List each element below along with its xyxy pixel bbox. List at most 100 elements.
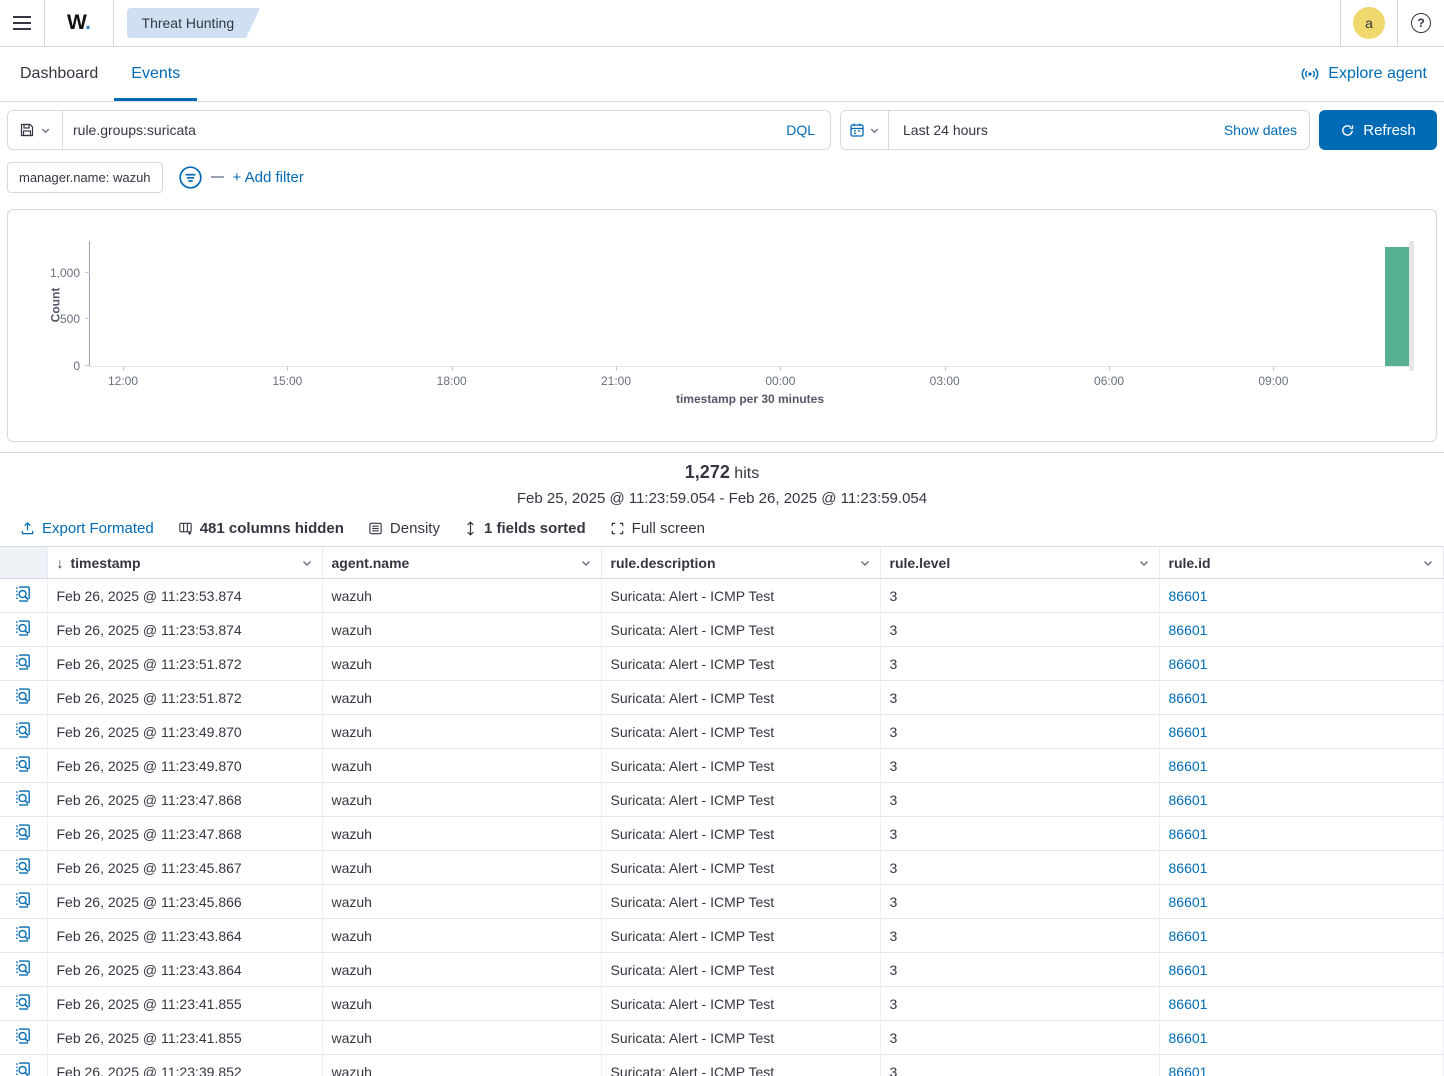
wazuh-logo[interactable]: W.	[67, 11, 91, 35]
inspect-document-icon[interactable]	[14, 823, 32, 841]
chevron-down-icon	[1422, 557, 1434, 569]
inspect-cell	[0, 1055, 47, 1076]
agent-name-cell: wazuh	[322, 681, 601, 715]
rule-id-cell: 86601	[1159, 987, 1444, 1021]
inspect-document-icon[interactable]	[14, 925, 32, 943]
fields-sorted-button[interactable]: 1 fields sorted	[464, 520, 586, 537]
inspect-document-icon[interactable]	[14, 857, 32, 875]
rule-id-link[interactable]: 86601	[1169, 656, 1208, 672]
table-row: Feb 26, 2025 @ 11:23:45.866 wazuh Surica…	[0, 885, 1444, 919]
inspect-document-icon[interactable]	[14, 619, 32, 637]
histogram-bar[interactable]	[1385, 247, 1409, 366]
header-rule-level[interactable]: rule.level	[880, 547, 1159, 579]
inspect-document-icon[interactable]	[14, 891, 32, 909]
rule-id-link[interactable]: 86601	[1169, 826, 1208, 842]
y-tick-label: 500	[60, 312, 80, 326]
header-agent-name[interactable]: agent.name	[322, 547, 601, 579]
density-button[interactable]: Density	[368, 520, 440, 537]
add-filter-button[interactable]: + Add filter	[233, 169, 304, 186]
rule-id-link[interactable]: 86601	[1169, 996, 1208, 1012]
search-query-input[interactable]	[63, 122, 771, 138]
inspect-cell	[0, 715, 47, 749]
header-rule-id[interactable]: rule.id	[1159, 547, 1444, 579]
tab-events[interactable]: Events	[114, 47, 197, 101]
rule-id-link[interactable]: 86601	[1169, 758, 1208, 774]
show-dates-button[interactable]: Show dates	[1212, 122, 1309, 138]
rule-level-cell: 3	[880, 783, 1159, 817]
rule-id-cell: 86601	[1159, 647, 1444, 681]
histogram-plot-area[interactable]: Count 05001,000 12:0015:0018:0021:0000:0…	[89, 243, 1410, 367]
rule-id-link[interactable]: 86601	[1169, 860, 1208, 876]
timestamp-cell: Feb 26, 2025 @ 11:23:43.864	[47, 919, 322, 953]
rule-description-cell: Suricata: Alert - ICMP Test	[601, 817, 880, 851]
y-tick-mark	[85, 272, 90, 273]
agent-name-cell: wazuh	[322, 647, 601, 681]
agent-name-cell: wazuh	[322, 987, 601, 1021]
inspect-document-icon[interactable]	[14, 959, 32, 977]
agent-name-cell: wazuh	[322, 749, 601, 783]
x-tick-mark	[780, 366, 781, 371]
inspect-document-icon[interactable]	[14, 993, 32, 1011]
inspect-document-icon[interactable]	[14, 721, 32, 739]
rule-id-link[interactable]: 86601	[1169, 962, 1208, 978]
inspect-cell	[0, 749, 47, 783]
inspect-document-icon[interactable]	[14, 687, 32, 705]
query-row: DQL Last 24 hours Show dates Refresh	[7, 110, 1437, 150]
inspect-document-icon[interactable]	[14, 1061, 32, 1076]
rule-id-link[interactable]: 86601	[1169, 1030, 1208, 1046]
timestamp-cell: Feb 26, 2025 @ 11:23:45.867	[47, 851, 322, 885]
timestamp-cell: Feb 26, 2025 @ 11:23:43.864	[47, 953, 322, 987]
filter-options-icon[interactable]	[178, 165, 203, 190]
inspect-document-icon[interactable]	[14, 1027, 32, 1045]
time-range-value[interactable]: Last 24 hours	[889, 122, 1212, 138]
query-language-button[interactable]: DQL	[771, 122, 830, 138]
inspect-document-icon[interactable]	[14, 755, 32, 773]
rule-id-link[interactable]: 86601	[1169, 792, 1208, 808]
rule-id-link[interactable]: 86601	[1169, 724, 1208, 740]
header-rule-description[interactable]: rule.description	[601, 547, 880, 579]
inspect-document-icon[interactable]	[14, 585, 32, 603]
menu-hamburger-icon[interactable]	[13, 16, 31, 30]
export-formatted-button[interactable]: Export Formated	[20, 520, 154, 537]
timestamp-cell: Feb 26, 2025 @ 11:23:53.874	[47, 579, 322, 613]
full-screen-button[interactable]: Full screen	[610, 520, 705, 537]
rule-id-link[interactable]: 86601	[1169, 1064, 1208, 1076]
rule-id-cell: 86601	[1159, 579, 1444, 613]
refresh-button[interactable]: Refresh	[1319, 110, 1437, 150]
table-row: Feb 26, 2025 @ 11:23:43.864 wazuh Surica…	[0, 953, 1444, 987]
rule-id-link[interactable]: 86601	[1169, 588, 1208, 604]
rule-id-cell: 86601	[1159, 715, 1444, 749]
explore-agent-button[interactable]: Explore agent	[1301, 47, 1427, 101]
rule-id-link[interactable]: 86601	[1169, 894, 1208, 910]
timestamp-cell: Feb 26, 2025 @ 11:23:47.868	[47, 783, 322, 817]
timestamp-cell: Feb 26, 2025 @ 11:23:39.852	[47, 1055, 322, 1076]
saved-queries-button[interactable]	[8, 111, 63, 149]
help-icon[interactable]: ?	[1411, 13, 1431, 33]
rule-id-cell: 86601	[1159, 783, 1444, 817]
inspect-document-icon[interactable]	[14, 653, 32, 671]
timestamp-cell: Feb 26, 2025 @ 11:23:45.866	[47, 885, 322, 919]
rule-id-link[interactable]: 86601	[1169, 690, 1208, 706]
topbar-divider	[1340, 0, 1341, 46]
agent-name-cell: wazuh	[322, 817, 601, 851]
quick-select-button[interactable]	[841, 111, 889, 149]
columns-hidden-button[interactable]: 481 columns hidden	[178, 520, 344, 537]
header-control-column	[0, 547, 47, 579]
sort-desc-icon: ↓	[57, 555, 64, 571]
avatar[interactable]: a	[1353, 7, 1385, 39]
rule-id-link[interactable]: 86601	[1169, 622, 1208, 638]
tab-dashboard[interactable]: Dashboard	[20, 47, 98, 101]
rule-id-link[interactable]: 86601	[1169, 928, 1208, 944]
filter-pill-manager-name[interactable]: manager.name: wazuh	[7, 162, 163, 193]
inspect-document-icon[interactable]	[14, 789, 32, 807]
y-tick-mark	[85, 318, 90, 319]
timestamp-cell: Feb 26, 2025 @ 11:23:51.872	[47, 647, 322, 681]
breadcrumb[interactable]: Threat Hunting	[127, 8, 261, 38]
table-row: Feb 26, 2025 @ 11:23:49.870 wazuh Surica…	[0, 749, 1444, 783]
header-timestamp[interactable]: ↓ timestamp	[47, 547, 322, 579]
export-icon	[20, 521, 35, 536]
save-query-icon	[19, 122, 35, 138]
inspect-cell	[0, 647, 47, 681]
rule-level-cell: 3	[880, 953, 1159, 987]
hits-count: 1,272	[685, 462, 730, 482]
